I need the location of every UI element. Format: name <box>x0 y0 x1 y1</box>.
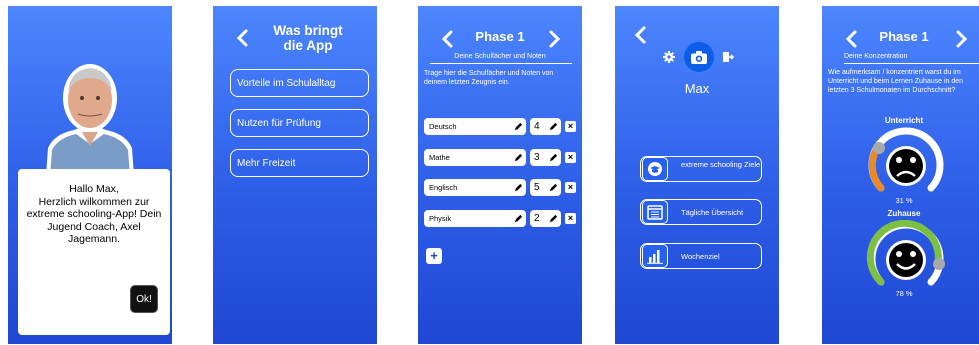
welcome-dialog: Hallo Max, Herzlich wilkommen zur extrem… <box>18 169 170 335</box>
subtitle: Deine Schulfächer und Noten <box>454 53 546 60</box>
back-chevron-icon[interactable] <box>631 24 649 46</box>
subject-row: Physik 2 × <box>424 210 576 227</box>
gauge-zuhause[interactable] <box>866 220 946 300</box>
user-name: Max <box>684 81 710 96</box>
remove-subject-button[interactable]: × <box>565 182 576 193</box>
grade-value: 2 <box>534 213 540 224</box>
welcome-screen: Hallo Max, Herzlich wilkommen zur extrem… <box>8 6 172 344</box>
grade-field[interactable]: 3 <box>530 149 561 166</box>
pencil-icon <box>549 153 558 162</box>
gear-icon[interactable] <box>663 51 675 63</box>
logout-icon[interactable] <box>722 51 734 63</box>
next-chevron-icon[interactable] <box>546 28 564 50</box>
benefits-freetime-button[interactable]: Mehr Freizeit <box>230 149 369 177</box>
gauge-value-zuhause: 78 % <box>895 289 913 298</box>
subject-field[interactable]: Physik <box>424 210 526 227</box>
subject-name: Mathe <box>429 153 450 162</box>
subject-field[interactable]: Englisch <box>424 179 526 196</box>
camera-icon <box>691 50 707 64</box>
grade-value: 4 <box>534 121 540 132</box>
phase-title: Phase 1 <box>475 29 525 44</box>
grade-field[interactable]: 4 <box>530 118 561 135</box>
subject-field[interactable]: Deutsch <box>424 118 526 135</box>
question-text: Wie aufmerksam / konzentriert warst du i… <box>828 69 964 94</box>
pencil-icon <box>549 122 558 131</box>
subject-row: Mathe 3 × <box>424 149 576 166</box>
instruction-text: Trage hier die Schulfächer und Noten von… <box>424 70 554 86</box>
daily-overview-label: Tägliche Übersicht <box>681 208 744 217</box>
welcome-message: Hallo Max, Herzlich wilkommen zur extrem… <box>24 183 164 246</box>
benefits-exam-button[interactable]: Nutzen für Prüfung <box>230 109 369 137</box>
subtitle-underline <box>430 63 572 64</box>
subject-row: Englisch 5 × <box>424 179 576 196</box>
subject-row: Deutsch 4 × <box>424 118 576 135</box>
pencil-icon <box>514 214 523 223</box>
subjects-screen: Phase 1 Deine Schulfächer und Noten Trag… <box>418 6 582 344</box>
pencil-icon <box>514 153 523 162</box>
subtitle: Deine Konzentration <box>844 53 908 60</box>
title-line-2: die App <box>283 38 333 53</box>
goals-menu-button[interactable]: extreme schooling Ziele <box>640 156 762 182</box>
concentration-screen: Phase 1 Deine Konzentration Wie aufmerks… <box>822 6 979 344</box>
weekly-goal-label: Wochenziel <box>681 252 720 261</box>
page-title: Was bringt die App <box>253 23 363 53</box>
profile-screen: Max extreme schooling Ziele Tägliche Übe… <box>615 6 779 344</box>
remove-subject-button[interactable]: × <box>565 152 576 163</box>
ok-button[interactable]: Ok! <box>130 285 158 313</box>
camera-button[interactable] <box>684 42 714 72</box>
grade-value: 3 <box>534 152 540 163</box>
subject-field[interactable]: Mathe <box>424 149 526 166</box>
bar-chart-icon <box>642 244 668 268</box>
greeting-text: Hallo Max, <box>69 183 119 195</box>
prev-chevron-icon[interactable] <box>438 28 456 50</box>
benefits-school-button[interactable]: Vorteile im Schulalltag <box>230 69 369 97</box>
goals-menu-label: extreme schooling Ziele <box>681 160 761 169</box>
grade-value: 5 <box>534 182 540 193</box>
next-chevron-icon[interactable] <box>953 28 971 50</box>
gauge-unterricht[interactable] <box>866 126 946 206</box>
daily-overview-button[interactable]: Tägliche Übersicht <box>640 199 762 225</box>
calendar-icon <box>642 200 668 224</box>
title-line-1: Was bringt <box>273 23 343 38</box>
subtitle-underline <box>844 63 979 64</box>
pencil-icon <box>514 183 523 192</box>
pencil-icon <box>549 214 558 223</box>
welcome-text: Herzlich wilkommen zur extreme schooling… <box>26 195 162 246</box>
add-subject-button[interactable]: + <box>426 248 442 264</box>
grade-field[interactable]: 5 <box>530 179 561 196</box>
grade-field[interactable]: 2 <box>530 210 561 227</box>
gauge-value-unterricht: 31 % <box>895 196 913 205</box>
pencil-icon <box>514 122 523 131</box>
subject-name: Physik <box>429 214 452 223</box>
weekly-goal-button[interactable]: Wochenziel <box>640 243 762 269</box>
graduation-cap-icon <box>642 157 668 181</box>
back-chevron-icon[interactable] <box>233 27 251 49</box>
remove-subject-button[interactable]: × <box>565 121 576 132</box>
subject-name: Englisch <box>429 183 458 192</box>
coach-photo <box>46 64 134 176</box>
gauge-label-unterricht: Unterricht <box>884 116 924 125</box>
remove-subject-button[interactable]: × <box>565 213 576 224</box>
gauge-label-zuhause: Zuhause <box>887 209 921 218</box>
app-benefits-screen: Was bringt die App Vorteile im Schulallt… <box>213 6 377 344</box>
pencil-icon <box>549 183 558 192</box>
prev-chevron-icon[interactable] <box>842 28 860 50</box>
subject-name: Deutsch <box>429 122 457 131</box>
phase-title: Phase 1 <box>879 29 929 44</box>
